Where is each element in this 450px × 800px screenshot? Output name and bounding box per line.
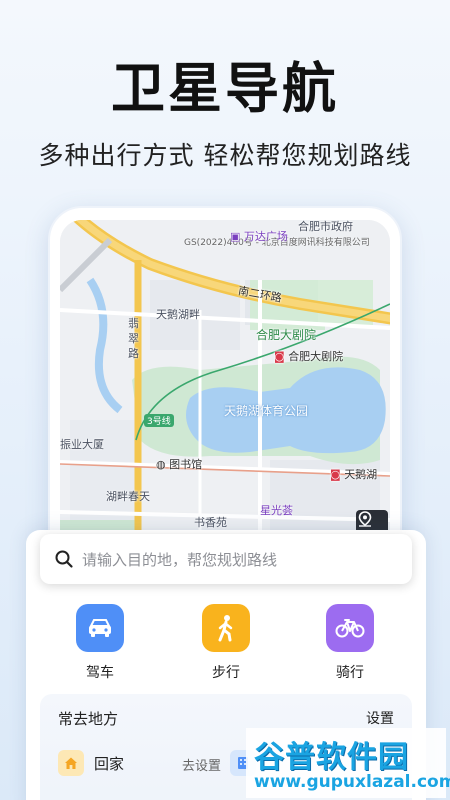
map-label-cuiwei-road: 翡翠路 [128, 317, 139, 360]
mode-bike-button[interactable]: 骑行 [310, 604, 390, 682]
map-label-tiane-lake-shore[interactable]: 天鹅湖畔 [156, 306, 200, 322]
map-label-shuxiangyuan[interactable]: 书香苑 [194, 514, 227, 530]
metro-icon: ◙ [330, 468, 341, 481]
watermark-url: www.gupuxlazal.com [254, 772, 450, 792]
map-label-zhenye[interactable]: 振业大厦 [60, 436, 104, 452]
map-label-library[interactable]: ◍ 图书馆 [156, 456, 202, 472]
map-label-hupan-chuntian[interactable]: 湖畔春天 [106, 488, 150, 504]
search-input[interactable]: 请输入目的地，帮您规划路线 [40, 534, 412, 584]
home-setup-link[interactable]: 去设置 [182, 755, 221, 774]
headline: 卫星导航 [111, 57, 339, 120]
walk-icon [202, 604, 250, 652]
map-label-line3: 3号线 [144, 414, 174, 427]
map-label-tiane-lake-station[interactable]: ◙ 天鹅湖 [330, 466, 377, 482]
search-icon [55, 550, 73, 568]
site-watermark: 谷普软件园 www.gupuxlazal.com [246, 728, 450, 798]
map-label-grand-theater-area[interactable]: 合肥大剧院 [256, 326, 316, 343]
library-icon: ◍ [156, 458, 166, 471]
map-label-wanda[interactable]: ▣ 万达广场 [230, 228, 288, 244]
mode-walk-label: 步行 [212, 665, 240, 681]
mode-bike-label: 骑行 [336, 665, 364, 681]
home-shortcut[interactable]: 回家 [58, 750, 124, 776]
mode-drive-label: 驾车 [86, 665, 114, 681]
search-placeholder: 请输入目的地，帮您规划路线 [82, 550, 278, 569]
frequent-settings-link[interactable]: 设置 [366, 708, 394, 728]
car-icon [76, 604, 124, 652]
mode-drive-button[interactable]: 驾车 [60, 604, 140, 682]
mode-walk-button[interactable]: 步行 [186, 604, 266, 682]
map-view[interactable]: GS(2022)460号 - 北京百度网讯科技有限公司 ▣ 万达广场 合肥市政府… [60, 220, 390, 550]
map-label-sports-park[interactable]: 天鹅湖体育公园 [224, 402, 308, 419]
home-icon [58, 750, 84, 776]
watermark-title: 谷普软件园 [254, 740, 409, 775]
location-pin-icon [358, 511, 372, 527]
poi-mall-icon: ▣ [230, 230, 241, 243]
subline: 多种出行方式 轻松帮您规划路线 [38, 141, 412, 170]
frequent-places-title: 常去地方 [58, 710, 119, 728]
bike-icon [326, 604, 374, 652]
home-label: 回家 [94, 754, 125, 773]
map-label-grand-theater-poi[interactable]: ◙ 合肥大剧院 [274, 348, 343, 364]
metro-icon: ◙ [274, 350, 285, 363]
map-label-xingguang[interactable]: 星光荟 [260, 502, 293, 518]
map-label-hefei-gov[interactable]: 合肥市政府 [298, 220, 353, 234]
